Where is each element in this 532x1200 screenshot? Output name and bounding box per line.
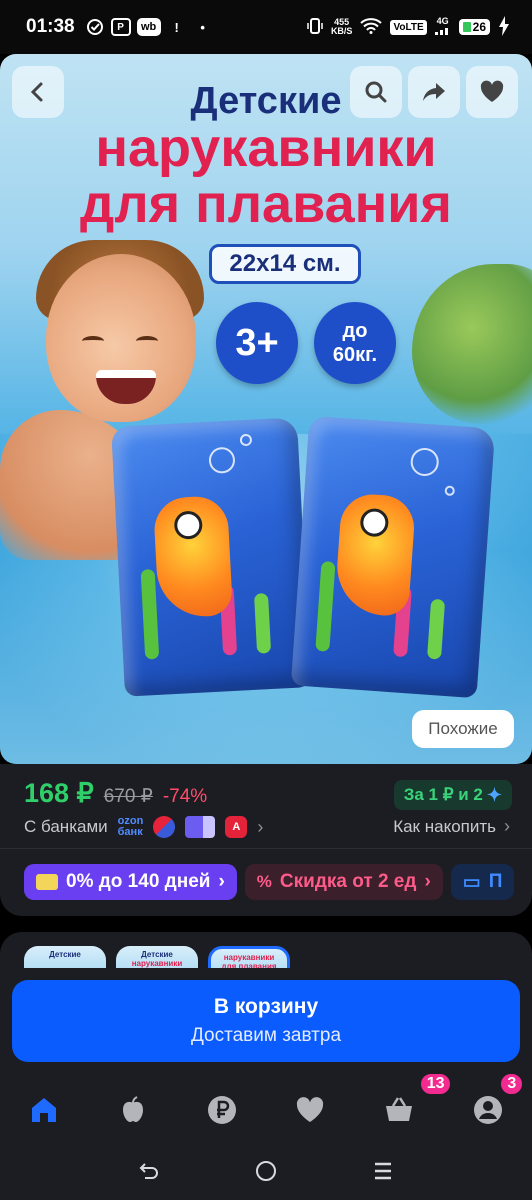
charging-icon [498,15,510,39]
sparkle-icon: ✦ [486,784,502,805]
nav-profile[interactable]: 3 [443,1072,532,1142]
card-icon [36,874,58,890]
bottom-nav: 13 3 [0,1072,532,1142]
share-icon [423,83,445,101]
cart-button-title: В корзину [213,995,319,1018]
chevron-left-icon [30,82,43,102]
nav-favorites[interactable] [266,1078,355,1142]
product-image[interactable]: Детские нарукавники для плавания 22x14 с… [0,54,532,764]
check-circle-icon [85,17,105,37]
status-time: 01:38 [26,16,75,37]
bank-logo-icon: A [225,816,248,838]
search-icon [365,81,387,103]
wifi-icon [360,17,383,37]
chevron-right-icon: › [257,816,264,837]
palm-leaves [412,264,532,424]
system-back-button[interactable] [129,1151,169,1191]
profile-icon [473,1096,502,1124]
nav-cart[interactable]: 13 [355,1072,453,1142]
bank-logo-icon [153,816,176,838]
armband-right [290,415,496,699]
system-recents-button[interactable] [363,1151,403,1191]
bank-logo-icon [185,816,216,838]
chevron-right-icon: › [424,871,431,892]
installment-chip[interactable]: 0% до 140 дней › [24,864,237,900]
back-arrow-icon [139,1163,158,1179]
nav-catalog[interactable] [89,1078,178,1142]
chevron-right-icon: › [218,871,225,892]
net-speed: 455 KB/S [330,17,353,36]
promo-chips: 0% до 140 дней › % Скидка от 2 ед › ▭ П [24,864,515,900]
add-to-cart-button[interactable]: В корзину Доставим завтра [12,980,520,1062]
battery-indicator: 26 [458,19,490,35]
home-icon [32,1098,57,1122]
bulk-discount-chip[interactable]: % Скидка от 2 ед › [244,864,443,900]
nav-home[interactable] [0,1078,89,1142]
chevron-right-icon: › [504,816,510,836]
heart-icon [297,1097,324,1122]
sim-icon: P [110,18,131,36]
nav-payments[interactable] [177,1078,266,1142]
apple-icon [123,1096,143,1122]
search-button[interactable] [350,66,402,118]
circle-icon [255,1161,276,1181]
system-home-button[interactable] [246,1151,286,1191]
profile-badge: 3 [499,1072,525,1096]
vibrate-icon [307,17,323,38]
notification-icon: ! [174,19,179,35]
wb-app-icon: wb [136,18,161,36]
price-discount: -74% [162,786,208,807]
signal-indicator: 4G [434,17,451,37]
weight-badge: до 60кг. [314,302,396,384]
price-row: 168 ₽ 670 ₽ -74% [24,778,207,809]
ruble-icon [207,1096,236,1124]
price-card: 168 ₽ 670 ₽ -74% За 1 ₽ и 2 ✦ С банками … [0,764,532,916]
back-button[interactable] [12,66,64,118]
status-bar: 01:38 P wb ! • 455 KB/S VoLTE 4G 26 [0,0,532,54]
how-to-accumulate-link[interactable]: Как накопить › [393,816,510,837]
similar-button[interactable]: Похожие [412,710,514,748]
divider [0,848,532,849]
wallet-icon: ▭ [462,871,481,893]
share-button[interactable] [408,66,460,118]
cart-panel: В корзину Доставим завтра [0,968,532,1078]
promo-chip-partial[interactable]: ▭ П [450,864,515,900]
volte-indicator: VoLTE [390,19,427,35]
menu-lines-icon [375,1162,392,1180]
heart-icon [480,80,504,102]
basket-icon [386,1097,413,1121]
percent-icon: % [256,872,272,891]
armband-left [111,417,311,697]
cart-button-subtitle: Доставим завтра [190,1025,342,1046]
hero-title-main: нарукавники для плавания [80,118,452,234]
favorite-button[interactable] [466,66,518,118]
points-badge[interactable]: За 1 ₽ и 2 ✦ [393,780,512,810]
size-label: 22x14 см. [209,244,361,284]
price-old: 670 ₽ [103,786,153,807]
ozon-bank-logo: ozon банк [117,815,144,838]
age-badge: 3+ [216,302,298,384]
banks-label: С банками [24,817,108,836]
system-nav-bar [0,1142,532,1200]
dot-icon: • [200,19,205,35]
banks-row[interactable]: С банками ozon банк A › [24,816,263,838]
price-current: 168 ₽ [24,778,94,808]
